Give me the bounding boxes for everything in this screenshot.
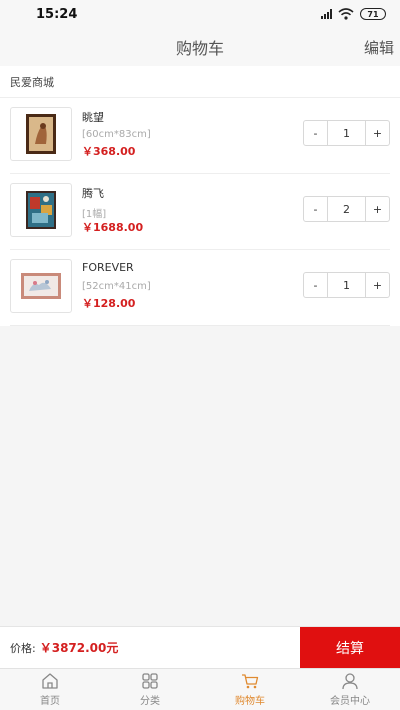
quantity-value[interactable]: 2 bbox=[328, 197, 365, 221]
checkout-bar: 价格: ￥3872.00元 结算 bbox=[0, 626, 400, 669]
quantity-stepper: - 1 + bbox=[303, 272, 390, 298]
tab-home[interactable]: 首页 bbox=[0, 669, 100, 710]
shop-name: 民爱商城 bbox=[10, 75, 54, 89]
decrease-quantity-button[interactable]: - bbox=[304, 121, 328, 145]
category-icon bbox=[142, 673, 158, 689]
cart-icon bbox=[242, 674, 259, 689]
shop-header: 民爱商城 bbox=[0, 66, 400, 98]
wifi-icon bbox=[338, 8, 354, 20]
cart-item[interactable]: FOREVER [52cm*41cm] ￥128.00 - 1 + bbox=[10, 250, 390, 326]
quantity-stepper: - 1 + bbox=[303, 120, 390, 146]
status-bar: 15:24 71 bbox=[0, 0, 400, 28]
increase-quantity-button[interactable]: + bbox=[365, 273, 389, 297]
home-icon bbox=[42, 673, 58, 689]
product-name[interactable]: 眺望 bbox=[82, 109, 104, 125]
tab-bar: 首页 分类 购物车 会员中心 bbox=[0, 668, 400, 710]
product-spec: [1幅] bbox=[82, 209, 107, 220]
status-time: 15:24 bbox=[36, 6, 78, 22]
product-price: ￥1688.00 bbox=[82, 221, 144, 234]
page-title: 购物车 bbox=[175, 39, 224, 58]
edit-button[interactable]: 编辑 bbox=[364, 37, 394, 58]
cart-list: 眺望 [60cm*83cm] ￥368.00 - 1 + 腾飞 [1幅] ￥16… bbox=[0, 98, 400, 326]
total-price: ￥3872.00元 bbox=[39, 641, 119, 655]
framed-painting-image bbox=[26, 114, 56, 154]
checkout-button[interactable]: 结算 bbox=[300, 627, 400, 669]
tab-cart[interactable]: 购物车 bbox=[200, 669, 300, 710]
quantity-stepper: - 2 + bbox=[303, 196, 390, 222]
increase-quantity-button[interactable]: + bbox=[365, 121, 389, 145]
tab-label: 分类 bbox=[140, 696, 160, 707]
battery-icon: 71 bbox=[360, 8, 386, 20]
quantity-value[interactable]: 1 bbox=[328, 121, 365, 145]
product-thumbnail[interactable] bbox=[10, 183, 72, 237]
nav-bar: 购物车 编辑 bbox=[0, 28, 400, 66]
product-price: ￥128.00 bbox=[82, 297, 136, 310]
status-icons: 71 bbox=[321, 8, 386, 20]
framed-painting-image bbox=[21, 273, 61, 299]
signal-icon bbox=[321, 9, 332, 19]
decrease-quantity-button[interactable]: - bbox=[304, 197, 328, 221]
quantity-value[interactable]: 1 bbox=[328, 273, 365, 297]
product-spec: [52cm*41cm] bbox=[82, 281, 151, 292]
tab-label: 首页 bbox=[40, 696, 60, 707]
total-label: 价格: bbox=[10, 641, 36, 655]
product-spec: [60cm*83cm] bbox=[82, 129, 151, 140]
product-name[interactable]: 腾飞 bbox=[82, 185, 104, 201]
user-icon bbox=[342, 673, 358, 690]
product-name[interactable]: FOREVER bbox=[82, 261, 134, 274]
framed-painting-image bbox=[26, 191, 56, 229]
product-thumbnail[interactable] bbox=[10, 107, 72, 161]
tab-member-center[interactable]: 会员中心 bbox=[300, 669, 400, 710]
cart-item[interactable]: 腾飞 [1幅] ￥1688.00 - 2 + bbox=[10, 174, 390, 250]
product-thumbnail[interactable] bbox=[10, 259, 72, 313]
tab-label: 购物车 bbox=[235, 696, 265, 707]
decrease-quantity-button[interactable]: - bbox=[304, 273, 328, 297]
cart-item[interactable]: 眺望 [60cm*83cm] ￥368.00 - 1 + bbox=[10, 98, 390, 174]
product-price: ￥368.00 bbox=[82, 145, 136, 158]
tab-label: 会员中心 bbox=[330, 696, 370, 707]
increase-quantity-button[interactable]: + bbox=[365, 197, 389, 221]
tab-category[interactable]: 分类 bbox=[100, 669, 200, 710]
